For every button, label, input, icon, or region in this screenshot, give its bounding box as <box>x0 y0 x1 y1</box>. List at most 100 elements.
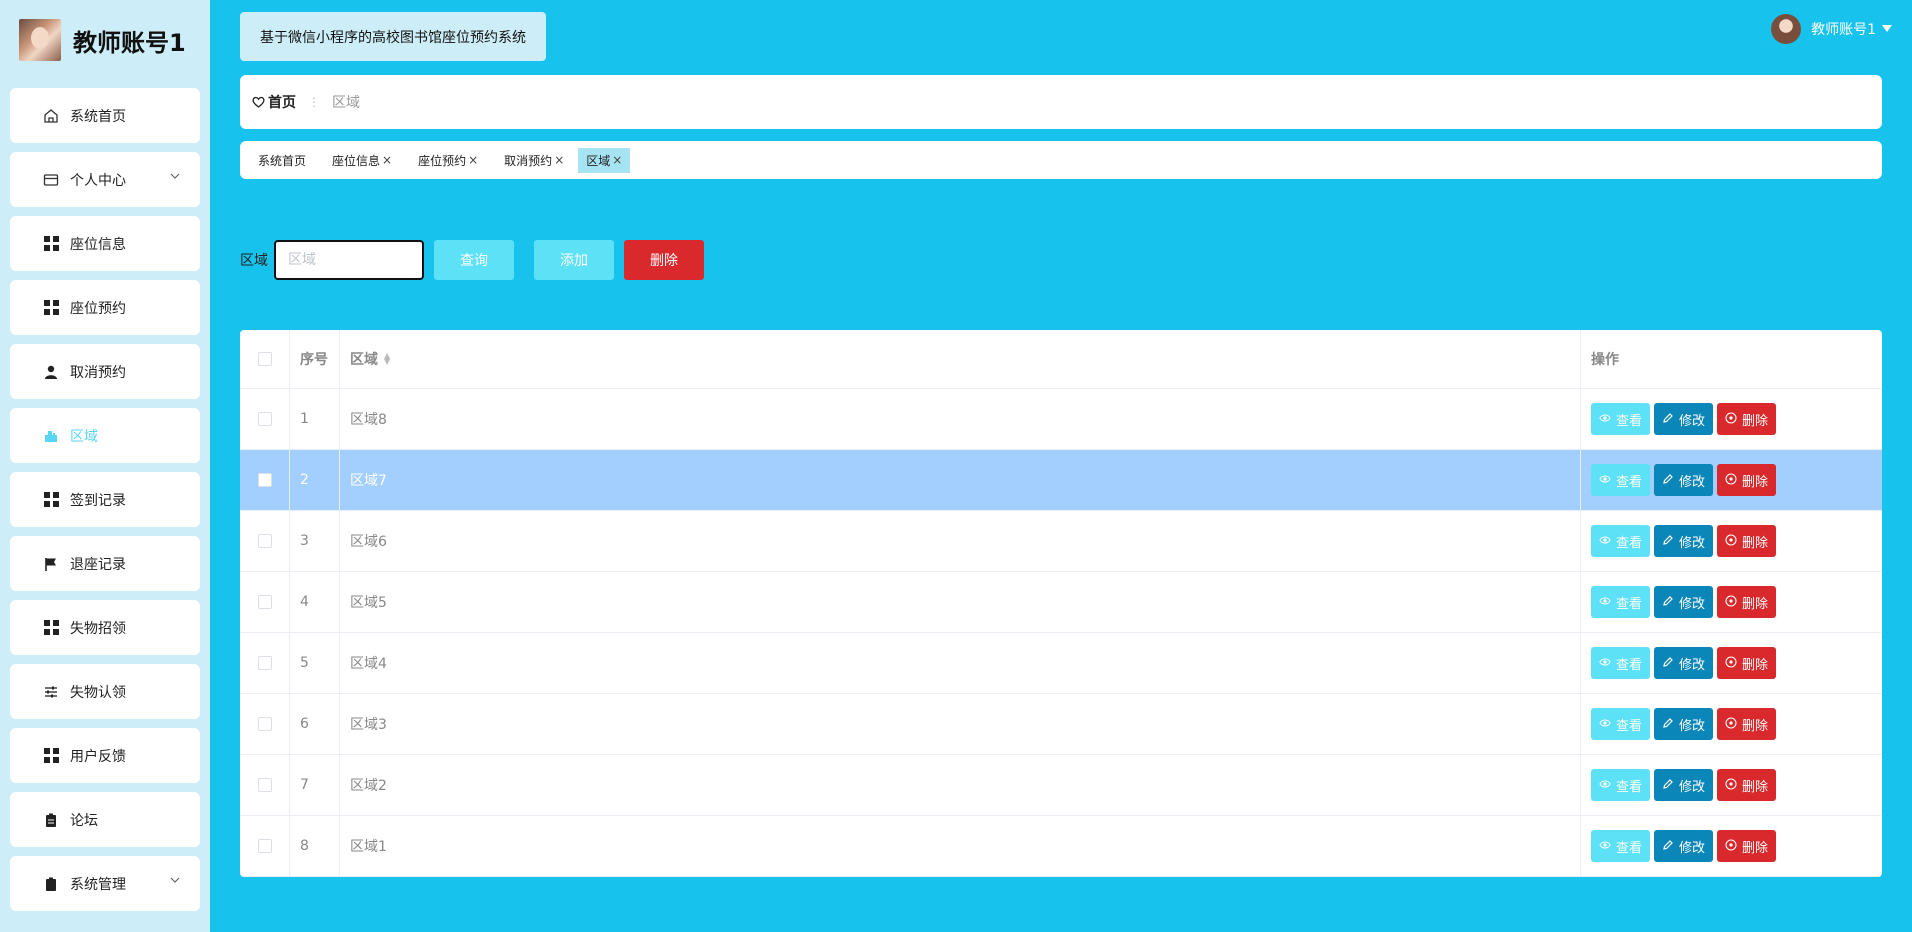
query-button[interactable]: 查询 <box>434 240 514 280</box>
row-index: 2 <box>290 450 340 510</box>
view-button[interactable]: 查看 <box>1591 647 1651 679</box>
view-button[interactable]: 查看 <box>1591 403 1651 435</box>
sidebar-item-seat-info[interactable]: 座位信息 <box>10 216 200 271</box>
tab-seat-info[interactable]: 座位信息 × <box>328 148 396 173</box>
sidebar-item-home[interactable]: 系统首页 <box>10 88 200 143</box>
batch-delete-button[interactable]: 删除 <box>624 240 704 280</box>
sidebar-item-lost-found[interactable]: 失物招领 <box>10 600 200 655</box>
edit-button[interactable]: 修改 <box>1654 830 1714 862</box>
close-circle-icon <box>1725 655 1737 671</box>
delete-label: 删除 <box>1742 840 1769 856</box>
table-row[interactable]: 6 区域3 查看 修改 删除 <box>240 694 1882 755</box>
row-checkbox[interactable] <box>257 839 272 853</box>
close-icon[interactable]: × <box>382 153 392 167</box>
delete-label: 删除 <box>1742 413 1769 429</box>
sidebar-item-personal-center[interactable]: 个人中心 <box>10 152 200 207</box>
row-actions: 查看 修改 删除 <box>1581 755 1882 815</box>
delete-button[interactable]: 删除 <box>1717 525 1777 557</box>
view-label: 查看 <box>1616 535 1643 551</box>
select-all-checkbox[interactable] <box>257 352 272 366</box>
sidebar-item-forum[interactable]: 论坛 <box>10 792 200 847</box>
sidebar-item-leave-records[interactable]: 退座记录 <box>10 536 200 591</box>
row-checkbox[interactable] <box>257 534 272 548</box>
tab-home[interactable]: 系统首页 <box>254 148 310 173</box>
edit-icon <box>1662 473 1674 488</box>
select-all-cell <box>240 330 290 388</box>
table-row[interactable]: 1 区域8 查看 修改 删除 <box>240 389 1882 450</box>
delete-label: 删除 <box>1742 596 1769 612</box>
edit-label: 修改 <box>1679 596 1706 612</box>
close-circle-icon <box>1725 533 1737 549</box>
close-icon[interactable]: × <box>554 153 564 167</box>
tab-seat-reservation[interactable]: 座位预约 × <box>414 148 482 173</box>
edit-button[interactable]: 修改 <box>1654 769 1714 801</box>
table-row[interactable]: 2 区域7 查看 修改 删除 <box>240 450 1882 511</box>
table-row[interactable]: 8 区域1 查看 修改 删除 <box>240 816 1882 877</box>
close-icon[interactable]: × <box>468 153 478 167</box>
sidebar-item-label: 个人中心 <box>70 172 126 189</box>
clipboard-icon <box>42 875 60 893</box>
sidebar-item-lost-claim[interactable]: 失物认领 <box>10 664 200 719</box>
delete-button[interactable]: 删除 <box>1717 769 1777 801</box>
delete-button[interactable]: 删除 <box>1717 464 1777 496</box>
tab-cancel-reservation[interactable]: 取消预约 × <box>500 148 568 173</box>
edit-button[interactable]: 修改 <box>1654 403 1714 435</box>
delete-button[interactable]: 删除 <box>1717 403 1777 435</box>
edit-button[interactable]: 修改 <box>1654 708 1714 740</box>
close-circle-icon <box>1725 472 1737 488</box>
sidebar-item-seat-reservation[interactable]: 座位预约 <box>10 280 200 335</box>
edit-label: 修改 <box>1679 840 1706 856</box>
view-button[interactable]: 查看 <box>1591 586 1651 618</box>
sort-icon[interactable]: ▲ ▼ <box>384 352 390 366</box>
table-row[interactable]: 5 区域4 查看 修改 删除 <box>240 633 1882 694</box>
sidebar-item-label: 系统首页 <box>70 108 126 125</box>
delete-button[interactable]: 删除 <box>1717 708 1777 740</box>
edit-button[interactable]: 修改 <box>1654 586 1714 618</box>
row-area: 区域8 <box>340 389 1581 449</box>
table-row[interactable]: 3 区域6 查看 修改 删除 <box>240 511 1882 572</box>
edit-button[interactable]: 修改 <box>1654 647 1714 679</box>
header-area-label: 区域 <box>350 352 378 368</box>
delete-button[interactable]: 删除 <box>1717 830 1777 862</box>
sidebar-item-feedback[interactable]: 用户反馈 <box>10 728 200 783</box>
close-circle-icon <box>1725 716 1737 732</box>
delete-button[interactable]: 删除 <box>1717 586 1777 618</box>
area-search-input[interactable] <box>274 240 424 280</box>
close-icon[interactable]: × <box>612 153 622 167</box>
sidebar-item-system-management[interactable]: 系统管理 <box>10 856 200 911</box>
header-area[interactable]: 区域 ▲ ▼ <box>340 330 1581 388</box>
row-checkbox[interactable] <box>257 473 272 487</box>
view-button[interactable]: 查看 <box>1591 708 1651 740</box>
table-row[interactable]: 7 区域2 查看 修改 删除 <box>240 755 1882 816</box>
row-checkbox[interactable] <box>257 656 272 670</box>
row-checkbox[interactable] <box>257 412 272 426</box>
sidebar-item-cancel-reservation[interactable]: 取消预约 <box>10 344 200 399</box>
row-checkbox-cell <box>240 816 290 876</box>
row-index: 7 <box>290 755 340 815</box>
view-button[interactable]: 查看 <box>1591 830 1651 862</box>
sidebar-item-checkin-records[interactable]: 签到记录 <box>10 472 200 527</box>
edit-button[interactable]: 修改 <box>1654 525 1714 557</box>
delete-button[interactable]: 删除 <box>1717 647 1777 679</box>
view-button[interactable]: 查看 <box>1591 464 1651 496</box>
delete-label: 删除 <box>1742 718 1769 734</box>
user-menu[interactable]: 教师账号1 <box>1771 14 1892 44</box>
tab-area[interactable]: 区域 × <box>578 147 631 173</box>
view-button[interactable]: 查看 <box>1591 525 1651 557</box>
edit-button[interactable]: 修改 <box>1654 464 1714 496</box>
row-checkbox[interactable] <box>257 778 272 792</box>
header-ops: 操作 <box>1591 352 1619 368</box>
breadcrumb-home[interactable]: 首页 <box>252 92 296 112</box>
sidebar-item-area[interactable]: 区域 <box>10 408 200 463</box>
view-button[interactable]: 查看 <box>1591 769 1651 801</box>
grid-icon <box>42 235 60 253</box>
tab-label: 座位信息 <box>332 153 381 168</box>
table-body: 1 区域8 查看 修改 删除 2 区域7 查看 修改 删除 3 区域6 查看 修… <box>240 389 1882 877</box>
add-button[interactable]: 添加 <box>534 240 614 280</box>
building-icon <box>42 427 60 445</box>
clipboard-icon <box>42 811 60 829</box>
row-checkbox[interactable] <box>257 717 272 731</box>
table-row[interactable]: 4 区域5 查看 修改 删除 <box>240 572 1882 633</box>
row-checkbox[interactable] <box>257 595 272 609</box>
sidebar-item-label: 取消预约 <box>70 364 126 381</box>
